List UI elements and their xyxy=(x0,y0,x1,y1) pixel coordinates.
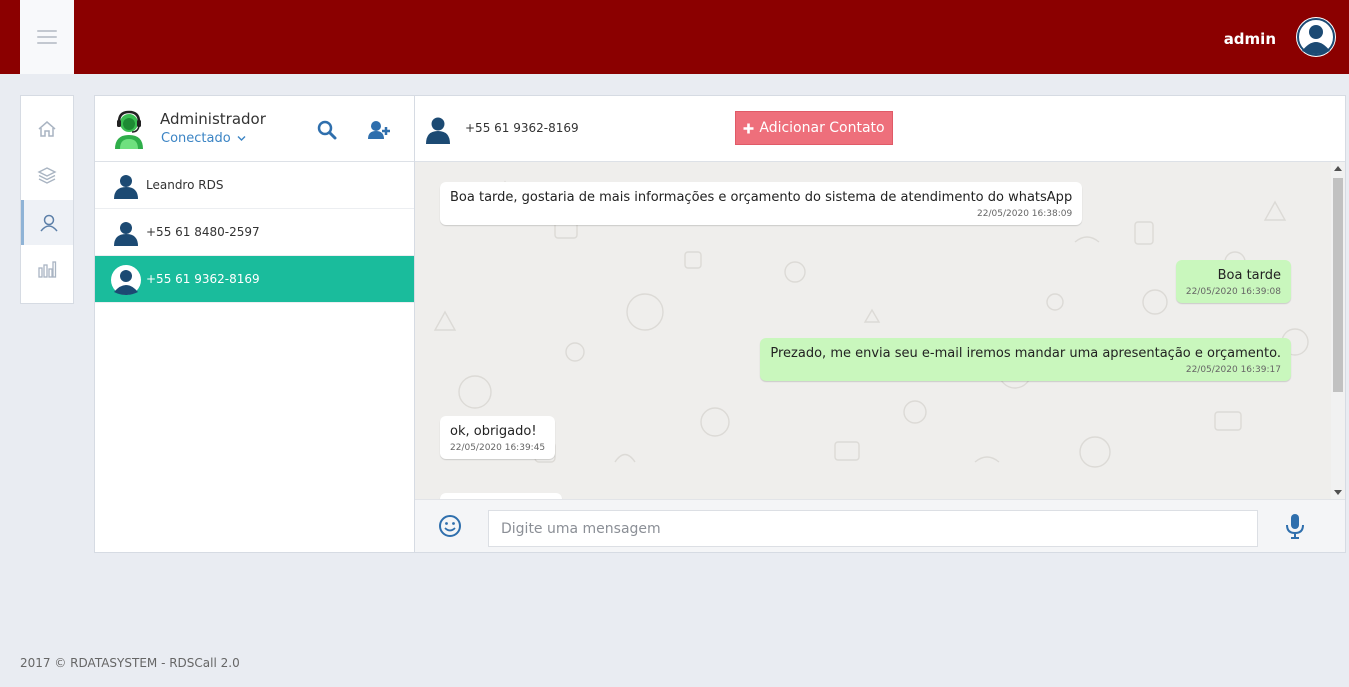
plus-icon xyxy=(743,123,754,133)
chat-contact-avatar-icon xyxy=(425,116,451,144)
microphone-button[interactable] xyxy=(1283,512,1307,540)
contact-item[interactable]: +55 61 8480-2597 xyxy=(95,209,414,256)
microphone-icon xyxy=(1286,514,1304,539)
top-bar: admin xyxy=(0,0,1349,74)
bar-chart-icon xyxy=(38,260,57,278)
agent-status-dropdown[interactable]: Conectado xyxy=(161,131,246,146)
add-user-button[interactable] xyxy=(367,119,390,141)
menu-toggle-button[interactable] xyxy=(20,0,74,74)
hamburger-icon xyxy=(37,30,57,44)
contacts-panel: Administrador Conectado Leandro RDS +55 … xyxy=(94,95,415,553)
chat-contact-number: +55 61 9362-8169 xyxy=(465,121,579,135)
agent-name: Administrador xyxy=(160,110,266,128)
message-text: ok, obrigado! xyxy=(450,424,537,439)
message-text: Prezado, me envia seu e-mail iremos mand… xyxy=(770,346,1281,361)
layers-icon xyxy=(37,166,57,184)
message-time: 22/05/2020 16:39:08 xyxy=(1185,287,1281,297)
message-bubble-outgoing: Boa tarde 22/05/2020 16:39:08 xyxy=(1175,260,1291,303)
search-icon xyxy=(317,120,337,140)
messages-area[interactable]: Boa tarde, gostaria de mais informações … xyxy=(415,162,1345,499)
message-bubble-incoming: ok, obrigado! 22/05/2020 16:39:45 xyxy=(440,416,556,459)
messages-scrollbar[interactable] xyxy=(1331,162,1345,499)
add-contact-button[interactable]: Adicionar Contato xyxy=(735,111,893,145)
nav-home[interactable] xyxy=(21,106,73,151)
message-composer xyxy=(415,499,1345,552)
emoji-button[interactable] xyxy=(438,514,462,538)
contact-avatar-icon xyxy=(113,173,139,199)
smiley-icon xyxy=(439,515,461,537)
agent-avatar-icon xyxy=(111,109,147,149)
contact-avatar-icon xyxy=(113,220,139,246)
message-time: 22/05/2020 16:39:45 xyxy=(450,443,546,453)
message-bubble-outgoing: Prezado, me envia seu e-mail iremos mand… xyxy=(760,338,1291,381)
contact-name: +55 61 9362-8169 xyxy=(146,272,260,286)
nav-layers[interactable] xyxy=(21,152,73,197)
nav-reports[interactable] xyxy=(21,246,73,291)
message-time: 22/05/2020 16:38:09 xyxy=(977,209,1073,219)
footer-copyright: 2017 © RDATASYSTEM - RDSCall 2.0 xyxy=(20,656,240,670)
chat-panel: +55 61 9362-8169 Adicionar Contato Boa t… xyxy=(414,95,1346,553)
contact-avatar-icon xyxy=(110,264,142,296)
message-input[interactable] xyxy=(488,510,1258,547)
search-contacts-button[interactable] xyxy=(316,119,338,141)
contact-item[interactable]: Leandro RDS xyxy=(95,162,414,209)
scroll-up-arrow-icon[interactable] xyxy=(1334,166,1342,171)
contact-name: Leandro RDS xyxy=(146,178,224,192)
message-time: 22/05/2020 16:39:17 xyxy=(1185,365,1281,375)
chat-header: +55 61 9362-8169 Adicionar Contato xyxy=(415,96,1345,162)
left-navigation xyxy=(20,95,74,304)
user-avatar-icon[interactable] xyxy=(1296,17,1336,57)
add-user-icon xyxy=(368,121,390,139)
nav-contacts[interactable] xyxy=(21,200,73,245)
scroll-down-arrow-icon[interactable] xyxy=(1334,490,1342,495)
home-icon xyxy=(38,120,56,137)
user-icon xyxy=(39,214,58,231)
message-bubble-incoming: Boa tarde, gostaria de mais informações … xyxy=(440,182,1083,225)
add-contact-label: Adicionar Contato xyxy=(759,120,885,136)
contact-name: +55 61 8480-2597 xyxy=(146,225,260,239)
agent-status-label: Conectado xyxy=(161,131,231,146)
message-text: Boa tarde xyxy=(1217,268,1281,283)
contact-item-selected[interactable]: +55 61 9362-8169 xyxy=(95,256,414,303)
message-text: Boa tarde, gostaria de mais informações … xyxy=(450,190,1073,205)
contacts-header: Administrador Conectado xyxy=(95,96,414,162)
user-name[interactable]: admin xyxy=(1224,30,1276,48)
chevron-down-icon xyxy=(237,136,246,141)
scrollbar-thumb[interactable] xyxy=(1333,178,1343,392)
